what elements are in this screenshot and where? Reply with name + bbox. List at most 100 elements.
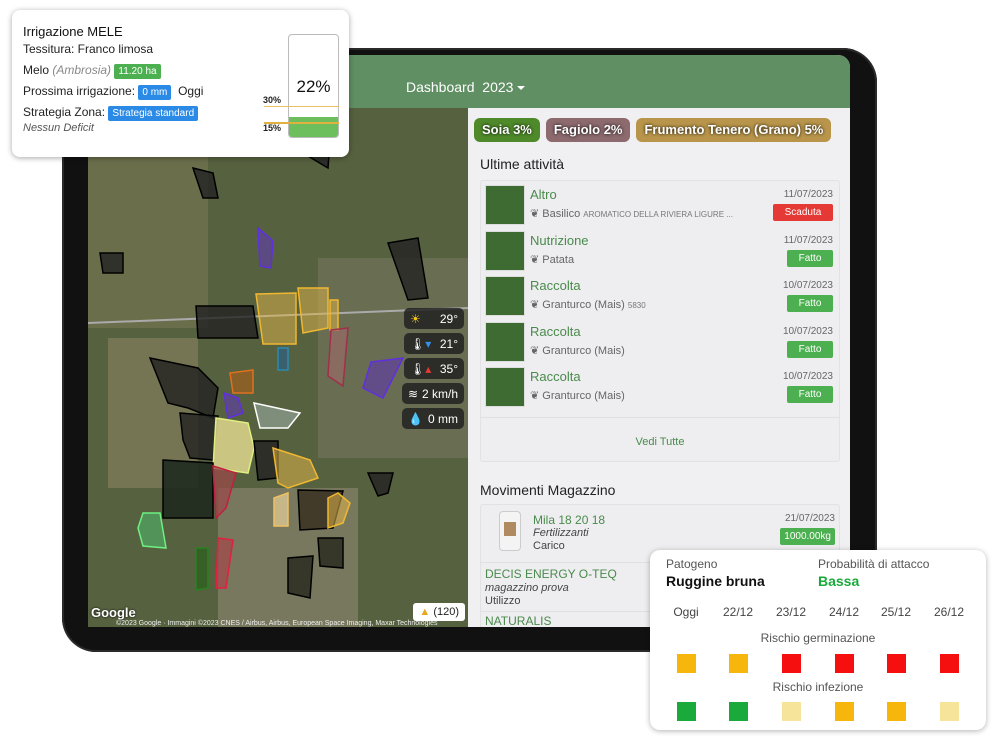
wind-value: 2 km/h [421, 386, 458, 401]
temperature-value: 29° [439, 311, 458, 326]
weather-max-temp: 🌡▴ 35° [404, 358, 464, 379]
lower-threshold-label: 15% [263, 123, 282, 133]
germination-risk-cell [887, 654, 906, 673]
deficit-text: Nessun Deficit [23, 122, 94, 134]
thermometer-max-icon: 🌡▴ [410, 361, 432, 376]
weather-temperature: ☀ 29° [404, 308, 464, 329]
status-badge: Scaduta [773, 204, 833, 221]
sun-icon: ☀ [410, 311, 421, 326]
activity-type: Altro [530, 187, 557, 202]
google-logo: Google [91, 605, 136, 620]
activity-date: 11/07/2023 [783, 234, 833, 246]
crop-chip-fagiolo[interactable]: Fagiolo 2% [545, 118, 631, 142]
weather-min-temp: 🌡▾ 21° [404, 333, 464, 354]
leaf-icon: ❦ [530, 344, 540, 357]
crop-name: Melo [23, 63, 50, 77]
attack-probability-label: Probabilità di attacco [818, 557, 930, 571]
alert-count: (120) [433, 606, 459, 618]
moisture-fill [289, 116, 338, 137]
forecast-day: 25/12 [880, 605, 912, 619]
forecast-day: 24/12 [828, 605, 860, 619]
crop-variety: AROMATICO DELLA RIVIERA LIGURE ... [583, 210, 733, 219]
activity-crop: ❦ Granturco (Mais) 5830 [530, 298, 646, 311]
movement-date: 21/07/2023 [784, 513, 835, 524]
fertilizer-bag-image [499, 511, 521, 551]
activity-item[interactable]: Altro ❦ Basilico AROMATICO DELLA RIVIERA… [485, 185, 837, 230]
activity-item[interactable]: Raccolta ❦ Granturco (Mais) 10/07/2023 F… [485, 321, 837, 367]
caret-down-icon [517, 86, 526, 91]
crop-row: Melo (Ambrosia) 11.20 ha [23, 63, 161, 79]
next-irrigation-badge: 0 mm [138, 85, 172, 100]
rain-value: 0 mm [428, 411, 458, 426]
activity-item[interactable]: Raccolta ❦ Granturco (Mais) 10/07/2023 F… [485, 367, 837, 412]
weather-rain: 💧 0 mm [402, 408, 464, 429]
crop-chip-frumento[interactable]: Frumento Tenero (Grano) 5% [636, 118, 832, 142]
leaf-icon: ❦ [530, 208, 540, 220]
quantity-badge: 1000.00kg [780, 528, 835, 545]
crop-variety: (Ambrosia) [52, 63, 112, 77]
pathogen-name: Ruggine bruna [666, 573, 765, 589]
year-label: 2023 [482, 79, 514, 95]
infection-risk-cell [940, 702, 959, 721]
movement-type: Utilizzo [485, 595, 521, 607]
product-category: magazzino prova [485, 582, 569, 594]
see-all-link[interactable]: Vedi Tutte [481, 436, 839, 448]
germination-risk-cell [677, 654, 696, 673]
product-name: DECIS ENERGY O-TEQ [485, 567, 617, 581]
infection-risk-label: Rischio infezione [772, 680, 864, 694]
irrigation-title: Irrigazione MELE [23, 24, 123, 39]
germination-risk-cell [782, 654, 801, 673]
activity-type: Raccolta [530, 369, 581, 384]
irrigation-popup: Irrigazione MELE Tessitura: Franco limos… [12, 10, 349, 157]
pathogen-label: Patogeno [666, 557, 718, 571]
crop-name: Patata [542, 253, 575, 266]
strategy-badge: Strategia standard [108, 106, 199, 121]
next-irrigation-label: Prossima irrigazione: [23, 84, 136, 98]
leaf-icon: ❦ [530, 299, 540, 311]
activity-date: 10/07/2023 [782, 325, 833, 337]
thermometer-min-icon: 🌡▾ [410, 336, 432, 351]
infection-risk-cell [887, 702, 906, 721]
forecast-day: 22/12 [722, 605, 754, 619]
min-temp-value: 21° [439, 336, 458, 351]
field-thumbnail [485, 276, 525, 316]
satellite-map[interactable]: ☀ 29° 🌡▾ 21° 🌡▴ 35° ≋ 2 km/h 💧 0 mm Google ©2… [88, 108, 468, 627]
upper-threshold-line [264, 106, 339, 107]
strategy-row: Strategia Zona: Strategia standard [23, 105, 199, 121]
status-badge: Fatto [787, 386, 833, 403]
field-thumbnail [485, 367, 525, 407]
crop-variety: 5830 [627, 301, 646, 310]
leaf-icon: ❦ [530, 390, 540, 402]
activity-item[interactable]: Nutrizione ❦ Patata 11/07/2023 Fatto [485, 230, 837, 276]
forecast-day: 26/12 [933, 605, 965, 619]
activity-date: 10/07/2023 [782, 280, 833, 291]
field-thumbnail [485, 185, 525, 225]
activity-item[interactable]: Raccolta ❦ Granturco (Mais) 5830 10/07/2… [485, 276, 837, 321]
infection-risk-cell [677, 702, 696, 721]
activity-crop: ❦ Basilico AROMATICO DELLA RIVIERA LIGUR… [530, 207, 733, 220]
field-thumbnail [485, 230, 525, 271]
infection-risk-cell [782, 702, 801, 721]
product-name[interactable]: NATURALIS [485, 614, 551, 627]
field-thumbnail [485, 321, 525, 362]
max-temp-value: 35° [439, 361, 458, 376]
dashboard-year-dropdown[interactable]: Dashboard 2023 [406, 79, 526, 95]
map-attribution[interactable]: ©2023 Google · Immagini ©2023 CNES / Air… [116, 620, 437, 627]
crop-chip-soia[interactable]: Soia 3% [474, 118, 540, 142]
activity-crop: ❦ Granturco (Mais) [530, 389, 625, 402]
warning-icon: ▲ [419, 606, 431, 618]
germination-risk-cell [940, 654, 959, 673]
infection-risk-cell [729, 702, 748, 721]
activities-title: Ultime attività [480, 156, 565, 172]
leaf-icon: ❦ [530, 253, 540, 266]
status-badge: Fatto [787, 249, 833, 267]
alerts-button[interactable]: ▲ (120) [413, 603, 465, 621]
activities-card: Altro ❦ Basilico AROMATICO DELLA RIVIERA… [480, 180, 840, 462]
status-badge: Fatto [787, 340, 833, 358]
upper-threshold-label: 30% [263, 95, 282, 105]
next-irrigation-row: Prossima irrigazione: 0 mm Oggi [23, 84, 203, 100]
status-badge: Fatto [787, 295, 833, 312]
germination-risk-label: Rischio germinazione [760, 631, 876, 645]
germination-risk-cell [835, 654, 854, 673]
soil-texture: Tessitura: Franco limosa [23, 42, 154, 56]
